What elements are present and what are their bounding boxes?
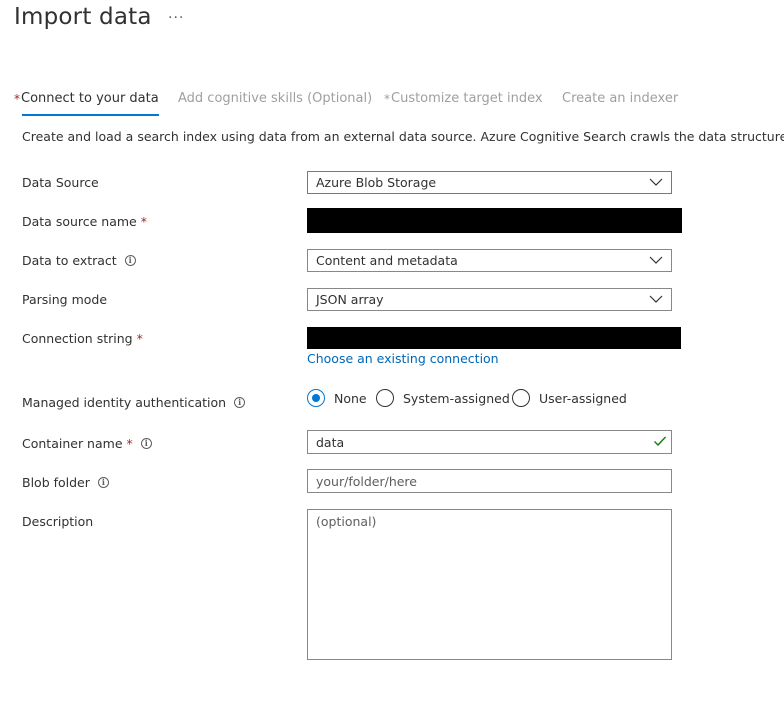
label-text: Data to extract — [22, 253, 117, 268]
dropdown-value: Content and metadata — [316, 253, 458, 268]
label-text: Data source name — [22, 214, 137, 229]
more-options-icon[interactable]: ··· — [168, 10, 184, 26]
data-to-extract-dropdown[interactable]: Content and metadata — [307, 249, 672, 272]
tab-label: Add cognitive skills (Optional) — [178, 91, 373, 106]
data-source-name-label: Data source name * — [22, 214, 147, 229]
data-to-extract-label: Data to extract i — [22, 253, 136, 268]
info-icon[interactable]: i — [140, 438, 152, 449]
chevron-down-icon — [649, 295, 663, 303]
container-name-label: Container name * i — [22, 436, 152, 451]
container-name-field — [307, 430, 672, 454]
label-text: Description — [22, 514, 94, 529]
intro-description: Create and load a search index using dat… — [22, 129, 784, 144]
radio-circle — [307, 389, 325, 407]
wizard-tabs: *Connect to your data Add cognitive skil… — [14, 90, 784, 116]
chevron-down-icon — [649, 178, 663, 186]
dropdown-value: Azure Blob Storage — [316, 175, 437, 190]
required-marker: * — [136, 331, 143, 346]
radio-user-assigned[interactable]: User-assigned — [512, 389, 627, 407]
data-source-label: Data Source — [22, 175, 99, 190]
radio-circle — [376, 389, 394, 407]
required-marker: * — [140, 214, 148, 229]
dropdown-value: JSON array — [316, 292, 384, 307]
parsing-mode-dropdown[interactable]: JSON array — [307, 288, 672, 311]
info-icon[interactable]: i — [234, 397, 246, 408]
info-icon[interactable]: i — [124, 255, 136, 266]
radio-label: None — [334, 390, 367, 406]
description-textarea[interactable] — [307, 509, 672, 660]
tab-label: Create an indexer — [562, 91, 679, 106]
tab-customize-target-index[interactable]: *Customize target index — [384, 90, 543, 116]
info-icon[interactable]: i — [97, 477, 109, 488]
tab-connect-to-your-data[interactable]: *Connect to your data — [14, 90, 159, 116]
managed-identity-label: Managed identity authentication i — [22, 395, 246, 410]
tab-add-cognitive-skills[interactable]: Add cognitive skills (Optional) — [178, 90, 372, 116]
radio-circle — [512, 389, 530, 407]
blob-folder-input[interactable] — [307, 469, 672, 493]
radio-label: System-assigned — [403, 390, 510, 406]
description-label: Description — [22, 514, 93, 529]
chevron-down-icon — [649, 256, 663, 264]
label-text: Data Source — [22, 175, 99, 190]
label-text: Container name — [22, 436, 123, 451]
blob-folder-label: Blob folder i — [22, 475, 109, 490]
radio-system-assigned[interactable]: System-assigned — [376, 389, 510, 407]
data-source-name-input-redacted[interactable] — [307, 208, 682, 233]
choose-existing-connection-link[interactable]: Choose an existing connection — [307, 351, 499, 366]
radio-label: User-assigned — [539, 390, 627, 406]
parsing-mode-label: Parsing mode — [22, 292, 107, 307]
label-text: Connection string — [22, 331, 133, 346]
tab-label: Customize target index — [391, 91, 543, 106]
label-text: Blob folder — [22, 475, 90, 490]
connection-string-input-redacted[interactable] — [307, 327, 681, 349]
connection-string-label: Connection string * — [22, 331, 143, 346]
required-marker: * — [126, 436, 133, 451]
label-text: Parsing mode — [22, 292, 108, 307]
required-marker: * — [14, 92, 20, 106]
container-name-input[interactable] — [307, 430, 672, 454]
tab-label: Connect to your data — [21, 91, 159, 106]
check-icon — [654, 436, 667, 447]
page-title: Import data — [14, 4, 152, 30]
tab-create-an-indexer[interactable]: Create an indexer — [562, 90, 678, 116]
required-marker: * — [384, 92, 390, 106]
data-source-dropdown[interactable]: Azure Blob Storage — [307, 171, 672, 194]
label-text: Managed identity authentication — [22, 395, 227, 410]
radio-none[interactable]: None — [307, 389, 367, 407]
